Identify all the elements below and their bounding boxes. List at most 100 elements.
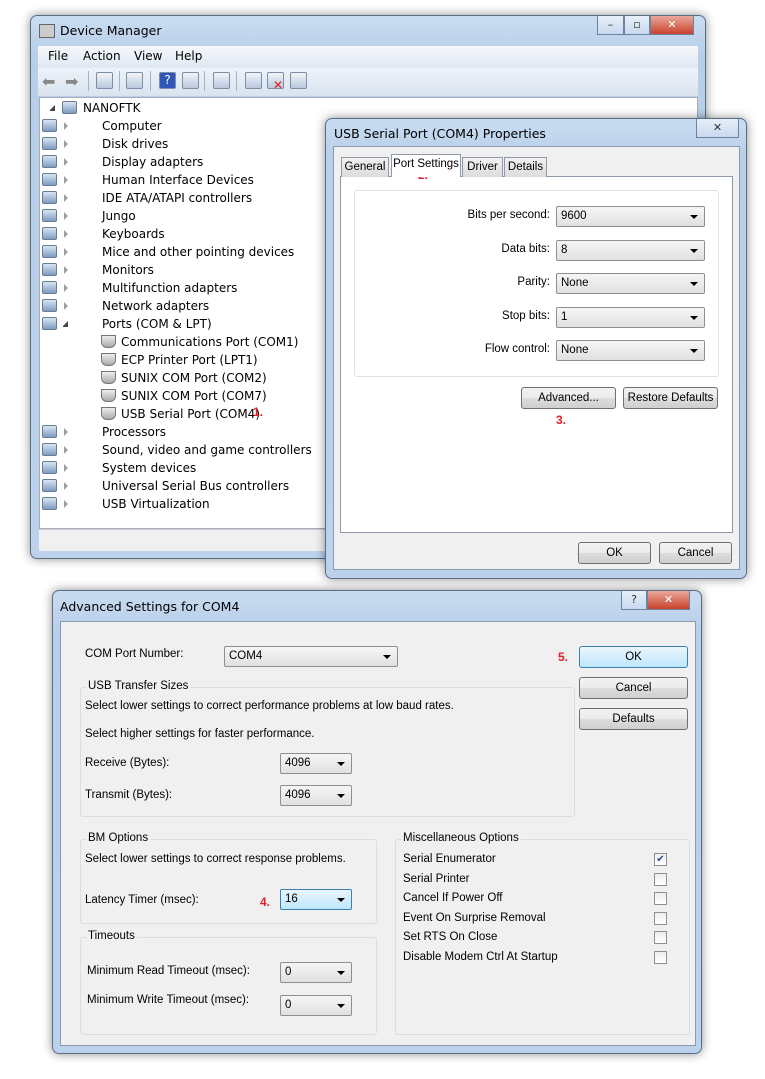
device-category[interactable]: Keyboards [42, 225, 322, 243]
restore-defaults-button[interactable]: Restore Defaults [623, 387, 718, 409]
port-icon [101, 335, 116, 348]
window-title: Device Manager [60, 23, 162, 38]
misc-option-checkbox[interactable]: ✔ [654, 853, 667, 866]
device-category[interactable]: Multifunction adapters [42, 279, 322, 297]
misc-option-checkbox[interactable] [654, 911, 667, 925]
device-category[interactable]: Network adapters [42, 297, 322, 315]
advanced-button[interactable]: Advanced... [521, 387, 616, 409]
tree-item-label: Computer [102, 119, 162, 133]
receive-value: 4096 [285, 757, 311, 769]
device-category[interactable]: Mice and other pointing devices [42, 243, 322, 261]
field-select[interactable]: None [556, 340, 705, 361]
device-category[interactable]: IDE ATA/ATAPI controllers [42, 189, 322, 207]
annotation-1: 1. [253, 405, 264, 419]
device-category[interactable]: USB Virtualization [42, 495, 322, 513]
cancel-button[interactable]: Cancel [659, 542, 732, 564]
expand-icon[interactable] [64, 248, 68, 256]
expand-icon[interactable] [64, 446, 68, 454]
close-button[interactable]: ✕ [650, 16, 694, 35]
device-icon [42, 227, 57, 240]
field-select[interactable]: 9600 [556, 206, 705, 227]
device-category[interactable]: Human Interface Devices [42, 171, 322, 189]
tab-details[interactable]: Details [504, 157, 547, 177]
device-category[interactable]: System devices [42, 459, 322, 477]
expand-icon[interactable] [62, 321, 68, 327]
tree-item-label: Multifunction adapters [102, 281, 238, 295]
expand-icon[interactable] [64, 284, 68, 292]
annotation-3: 3. [556, 413, 567, 427]
device-category[interactable]: Ports (COM & LPT) [42, 315, 322, 333]
write-timeout-select[interactable]: 0 [280, 995, 352, 1016]
misc-option-checkbox[interactable] [654, 892, 667, 906]
cancel-button[interactable]: Cancel [579, 677, 688, 699]
expand-icon[interactable] [64, 122, 68, 130]
tab-port-settings[interactable]: Port Settings [391, 154, 461, 177]
maximize-button[interactable]: ▫ [624, 16, 650, 35]
expand-icon[interactable] [64, 194, 68, 202]
field-value: 8 [561, 243, 568, 256]
defaults-button[interactable]: Defaults [579, 708, 688, 730]
expand-icon[interactable] [64, 176, 68, 184]
update-driver-icon[interactable] [245, 72, 262, 89]
device-category[interactable]: Computer [42, 117, 322, 135]
field-select[interactable]: 8 [556, 239, 705, 261]
tab-driver[interactable]: Driver [462, 157, 503, 177]
expand-icon[interactable] [64, 140, 68, 148]
misc-option-checkbox[interactable] [654, 951, 667, 964]
expand-icon[interactable] [64, 302, 68, 310]
disable-device-icon[interactable] [290, 72, 307, 89]
port-item[interactable]: Communications Port (COM1) [101, 333, 301, 351]
device-category[interactable]: Universal Serial Bus controllers [42, 477, 322, 495]
expand-icon[interactable] [64, 500, 68, 508]
tree-root[interactable]: NANOFTK [47, 99, 247, 117]
show-hide-console-tree-icon[interactable] [96, 72, 113, 89]
ok-button[interactable]: OK [578, 542, 651, 564]
port-item[interactable]: SUNIX COM Port (COM7) [101, 387, 301, 405]
tab-general[interactable]: General [341, 157, 389, 177]
expand-icon[interactable] [64, 482, 68, 490]
close-button[interactable]: ✕ [647, 591, 690, 610]
expand-icon[interactable] [64, 428, 68, 436]
menu-action[interactable]: Action [83, 49, 121, 63]
scan-hardware-icon[interactable] [213, 72, 230, 89]
ok-button[interactable]: OK [579, 646, 688, 668]
device-category[interactable]: Sound, video and game controllers [42, 441, 322, 459]
com-port-select[interactable]: COM4 [224, 646, 398, 667]
back-arrow-icon[interactable]: ⬅ [42, 74, 55, 90]
misc-option-checkbox[interactable] [654, 931, 667, 945]
menu-file[interactable]: File [48, 49, 68, 63]
uninstall-icon[interactable]: ✕ [267, 72, 284, 92]
close-button[interactable]: ✕ [696, 119, 739, 138]
read-timeout-select[interactable]: 0 [280, 962, 352, 983]
field-select[interactable]: 1 [556, 306, 705, 328]
read-timeout-label: Minimum Read Timeout (msec): [87, 965, 250, 977]
expand-icon[interactable] [64, 212, 68, 220]
tree-item-label: Ports (COM & LPT) [102, 317, 212, 331]
collapse-icon[interactable] [49, 105, 55, 111]
device-category[interactable]: Processors [42, 423, 322, 441]
port-item[interactable]: USB Serial Port (COM4) [101, 405, 301, 423]
receive-select[interactable]: 4096 [280, 753, 352, 774]
expand-icon[interactable] [64, 464, 68, 472]
help-button[interactable]: ? [621, 591, 647, 610]
port-item[interactable]: ECP Printer Port (LPT1) [101, 351, 301, 369]
device-category[interactable]: Disk drives [42, 135, 322, 153]
forward-arrow-icon[interactable]: ➡ [65, 74, 78, 90]
expand-icon[interactable] [64, 158, 68, 166]
help-icon[interactable]: ? [159, 72, 176, 89]
device-category[interactable]: Jungo [42, 207, 322, 225]
action-pane-icon[interactable] [182, 72, 199, 89]
transmit-select[interactable]: 4096 [280, 785, 352, 806]
port-item[interactable]: SUNIX COM Port (COM2) [101, 369, 301, 387]
field-select[interactable]: None [556, 273, 705, 294]
latency-select[interactable]: 16 [280, 889, 352, 910]
menu-help[interactable]: Help [175, 49, 202, 63]
minimize-button[interactable]: – [597, 16, 624, 35]
properties-icon[interactable] [126, 72, 143, 89]
device-category[interactable]: Monitors [42, 261, 322, 279]
device-category[interactable]: Display adapters [42, 153, 322, 171]
expand-icon[interactable] [64, 266, 68, 274]
menu-view[interactable]: View [134, 49, 162, 63]
expand-icon[interactable] [64, 230, 68, 238]
misc-option-checkbox[interactable] [654, 872, 667, 886]
